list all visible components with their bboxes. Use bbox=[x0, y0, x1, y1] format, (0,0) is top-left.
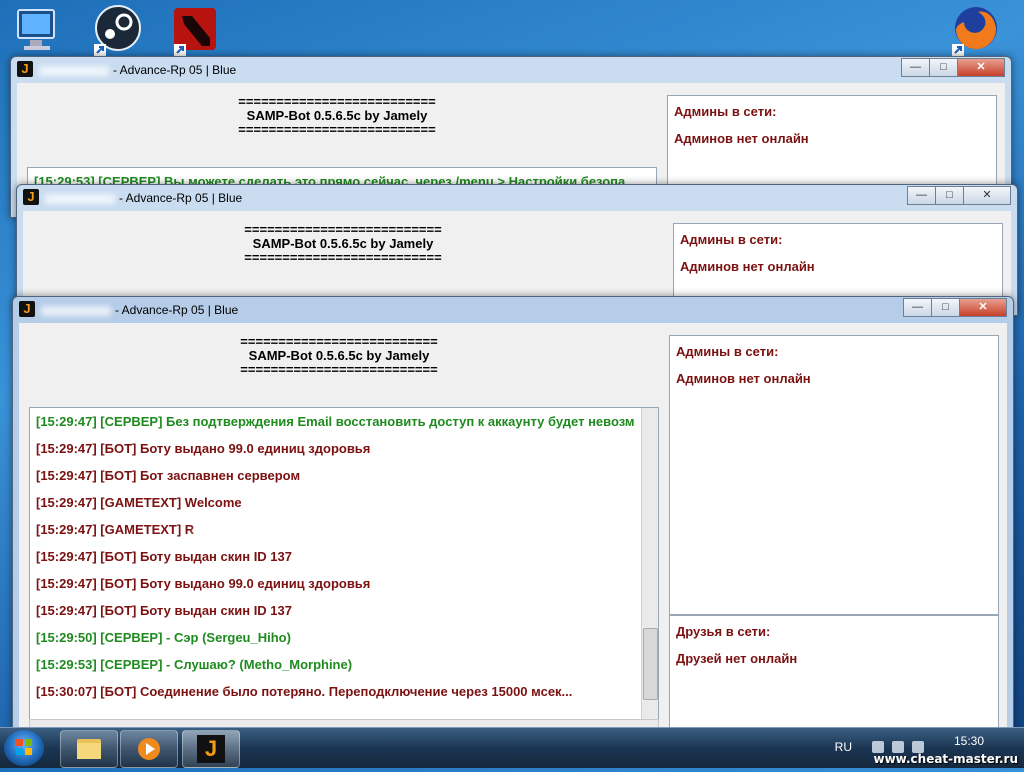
log-line: [15:29:47] [GAMETEXT] Welcome bbox=[36, 495, 242, 510]
sampbot-app-icon: J bbox=[23, 189, 39, 205]
admins-header: Админы в сети: bbox=[674, 104, 777, 119]
friends-header: Друзья в сети: bbox=[676, 624, 771, 639]
close-button[interactable]: ✕ bbox=[963, 186, 1011, 205]
explorer-task-button[interactable] bbox=[60, 730, 118, 768]
title-bar[interactable]: J - Advance-Rp 05 | Blue — □ ✕ bbox=[11, 57, 1011, 83]
log-line: [15:29:47] [БОТ] Боту выдан скин ID 137 bbox=[36, 549, 293, 564]
title-bar[interactable]: J - Advance-Rp 05 | Blue — □ ✕ bbox=[17, 185, 1017, 211]
admins-header: Админы в сети: bbox=[680, 232, 783, 247]
minimize-button[interactable]: — bbox=[901, 58, 930, 77]
close-button[interactable]: ✕ bbox=[959, 298, 1007, 317]
log-vertical-scrollbar[interactable] bbox=[641, 408, 658, 720]
bot-version-title: SAMP-Bot 0.5.6.5c by Jamely bbox=[246, 108, 428, 123]
taskbar: J RU 15:30 www.cheat-master.ru bbox=[0, 727, 1024, 768]
log-line: [15:29:47] [БОТ] Боту выдано 99.0 единиц… bbox=[36, 576, 371, 591]
minimize-button[interactable]: — bbox=[903, 298, 932, 317]
friends-panel: Друзья в сети: Друзей нет онлайн bbox=[669, 615, 999, 737]
firefox-icon[interactable] bbox=[950, 4, 1002, 56]
sampbot-app-icon: J bbox=[17, 61, 33, 77]
log-line: [15:29:47] [СЕРВЕР] Без подтверждения Em… bbox=[36, 414, 635, 429]
log-line: [15:30:07] [БОТ] Соединение было потерян… bbox=[36, 684, 573, 699]
chat-log[interactable]: [15:29:47] [СЕРВЕР] Без подтверждения Em… bbox=[29, 407, 659, 721]
log-line: [15:29:53] [СЕРВЕР] - Слушаю? (Metho_Mor… bbox=[36, 657, 353, 672]
title-bar[interactable]: J - Advance-Rp 05 | Blue — □ ✕ bbox=[13, 297, 1013, 323]
maximize-button[interactable]: □ bbox=[929, 58, 958, 77]
minimize-button[interactable]: — bbox=[907, 186, 936, 205]
friends-status: Друзей нет онлайн bbox=[676, 651, 798, 666]
dota2-icon[interactable] bbox=[172, 4, 224, 56]
maximize-button[interactable]: □ bbox=[935, 186, 964, 205]
bot-version-title: SAMP-Bot 0.5.6.5c by Jamely bbox=[248, 348, 430, 363]
maximize-button[interactable]: □ bbox=[931, 298, 960, 317]
media-player-task-button[interactable] bbox=[120, 730, 178, 768]
close-button[interactable]: ✕ bbox=[957, 58, 1005, 77]
computer-icon[interactable] bbox=[12, 4, 64, 56]
admins-status: Админов нет онлайн bbox=[676, 371, 811, 386]
scrollbar-thumb[interactable] bbox=[643, 628, 658, 700]
bot-header: ========================== SAMP-Bot 0.5.… bbox=[23, 223, 663, 265]
window-title: - Advance-Rp 05 | Blue bbox=[39, 63, 236, 77]
watermark-text: www.cheat-master.ru bbox=[873, 752, 1018, 766]
language-indicator[interactable]: RU bbox=[835, 740, 852, 754]
log-line: [15:29:47] [БОТ] Бот заспавнен сервером bbox=[36, 468, 301, 483]
sampbot-task-button[interactable]: J bbox=[182, 730, 240, 768]
admins-status: Админов нет онлайн bbox=[674, 131, 809, 146]
window-title: - Advance-Rp 05 | Blue bbox=[41, 303, 238, 317]
window-title: - Advance-Rp 05 | Blue bbox=[45, 191, 242, 205]
bot-header: ========================== SAMP-Bot 0.5.… bbox=[19, 335, 659, 377]
log-line: [15:29:47] [БОТ] Боту выдано 99.0 единиц… bbox=[36, 441, 371, 456]
media-player-task-icon bbox=[138, 738, 160, 760]
explorer-task-icon bbox=[77, 739, 101, 759]
bot-window-3[interactable]: J - Advance-Rp 05 | Blue — □ ✕ =========… bbox=[12, 296, 1014, 737]
log-line: [15:29:50] [СЕРВЕР] - Сэр (Sergeu_Hiho) bbox=[36, 630, 291, 645]
start-button[interactable] bbox=[4, 730, 44, 766]
admins-status: Админов нет онлайн bbox=[680, 259, 815, 274]
bot-version-title: SAMP-Bot 0.5.6.5c by Jamely bbox=[252, 236, 434, 251]
log-line: [15:29:47] [GAMETEXT] R bbox=[30, 516, 658, 543]
window-client: ========================== SAMP-Bot 0.5.… bbox=[19, 323, 1007, 737]
sampbot-task-icon: J bbox=[197, 735, 225, 763]
admins-header: Админы в сети: bbox=[676, 344, 779, 359]
bot-header: ========================== SAMP-Bot 0.5.… bbox=[17, 95, 657, 137]
windows-logo-icon bbox=[16, 739, 32, 755]
log-line: [15:29:47] [БОТ] Боту выдан скин ID 137 bbox=[36, 603, 293, 618]
admins-panel: Админы в сети: Админов нет онлайн bbox=[669, 335, 999, 615]
steam-icon[interactable] bbox=[92, 4, 144, 56]
sampbot-app-icon: J bbox=[19, 301, 35, 317]
clock[interactable]: 15:30 bbox=[954, 734, 984, 748]
